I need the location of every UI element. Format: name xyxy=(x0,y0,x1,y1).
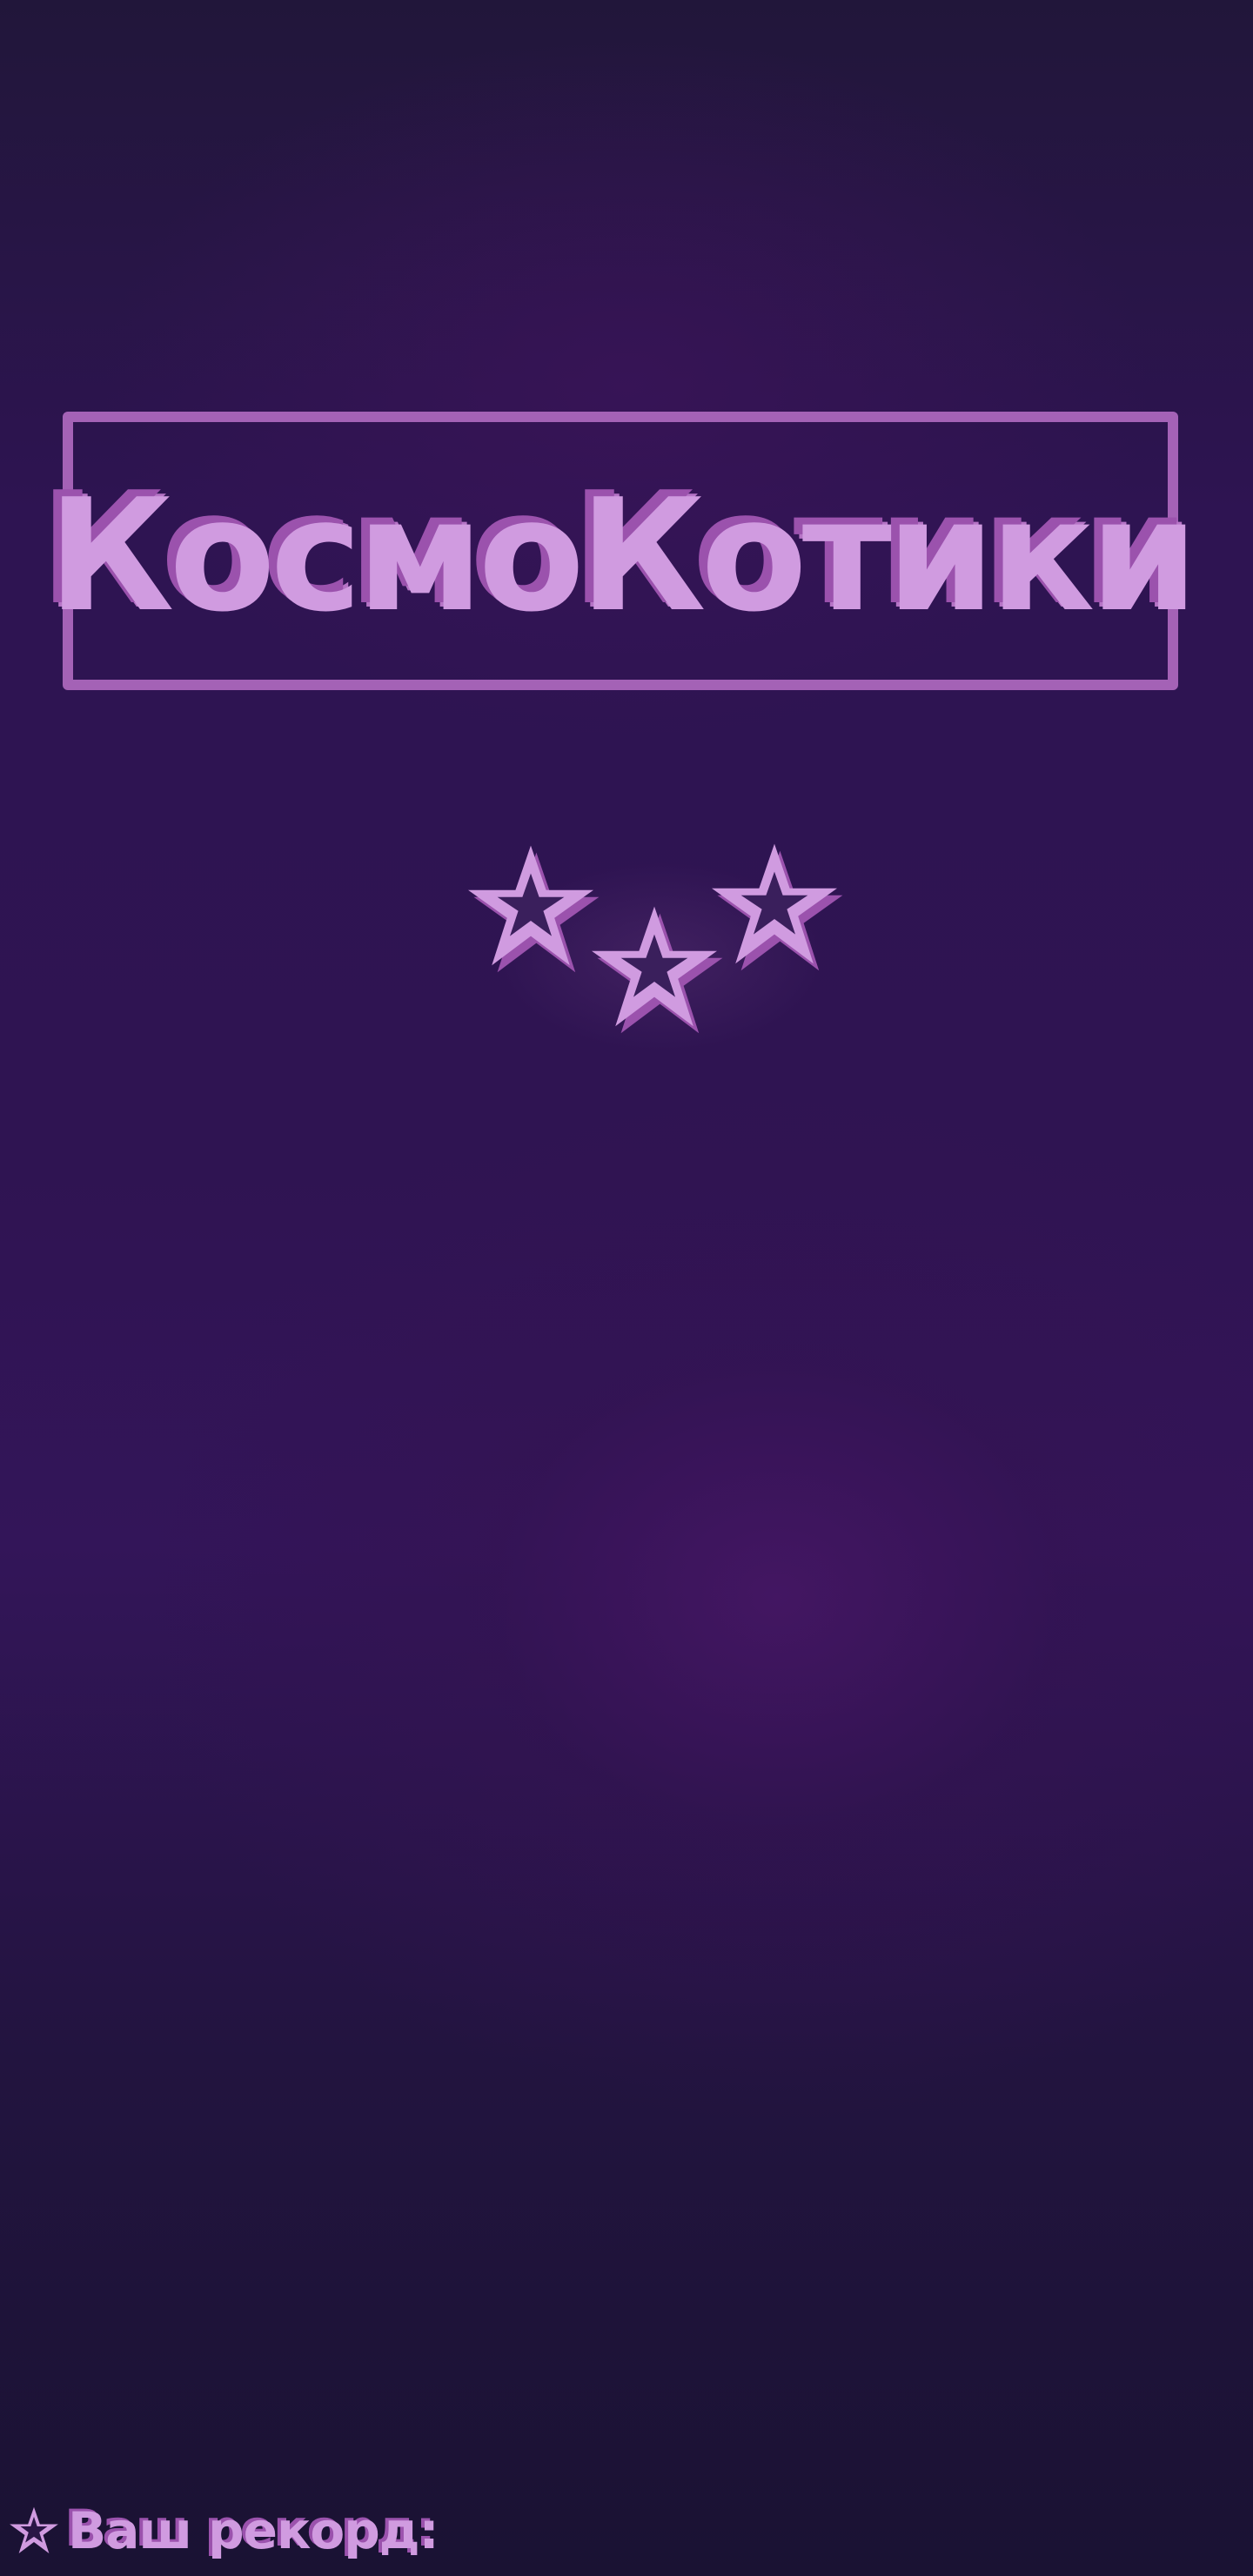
game-title: КосмоКотики xyxy=(47,466,1198,646)
record-label: Ваш рекорд: xyxy=(68,2501,439,2560)
title-frame: КосмоКотики xyxy=(48,412,1198,690)
game-start-screen: КосмоКотики Ваш рекорд: xyxy=(0,0,1253,2576)
star-icon xyxy=(585,898,724,1037)
star-icon xyxy=(705,835,844,975)
star-icon xyxy=(7,2504,61,2558)
record-row: Ваш рекорд: xyxy=(7,2496,439,2566)
star-rating xyxy=(461,827,861,1062)
star-icon xyxy=(461,837,600,976)
